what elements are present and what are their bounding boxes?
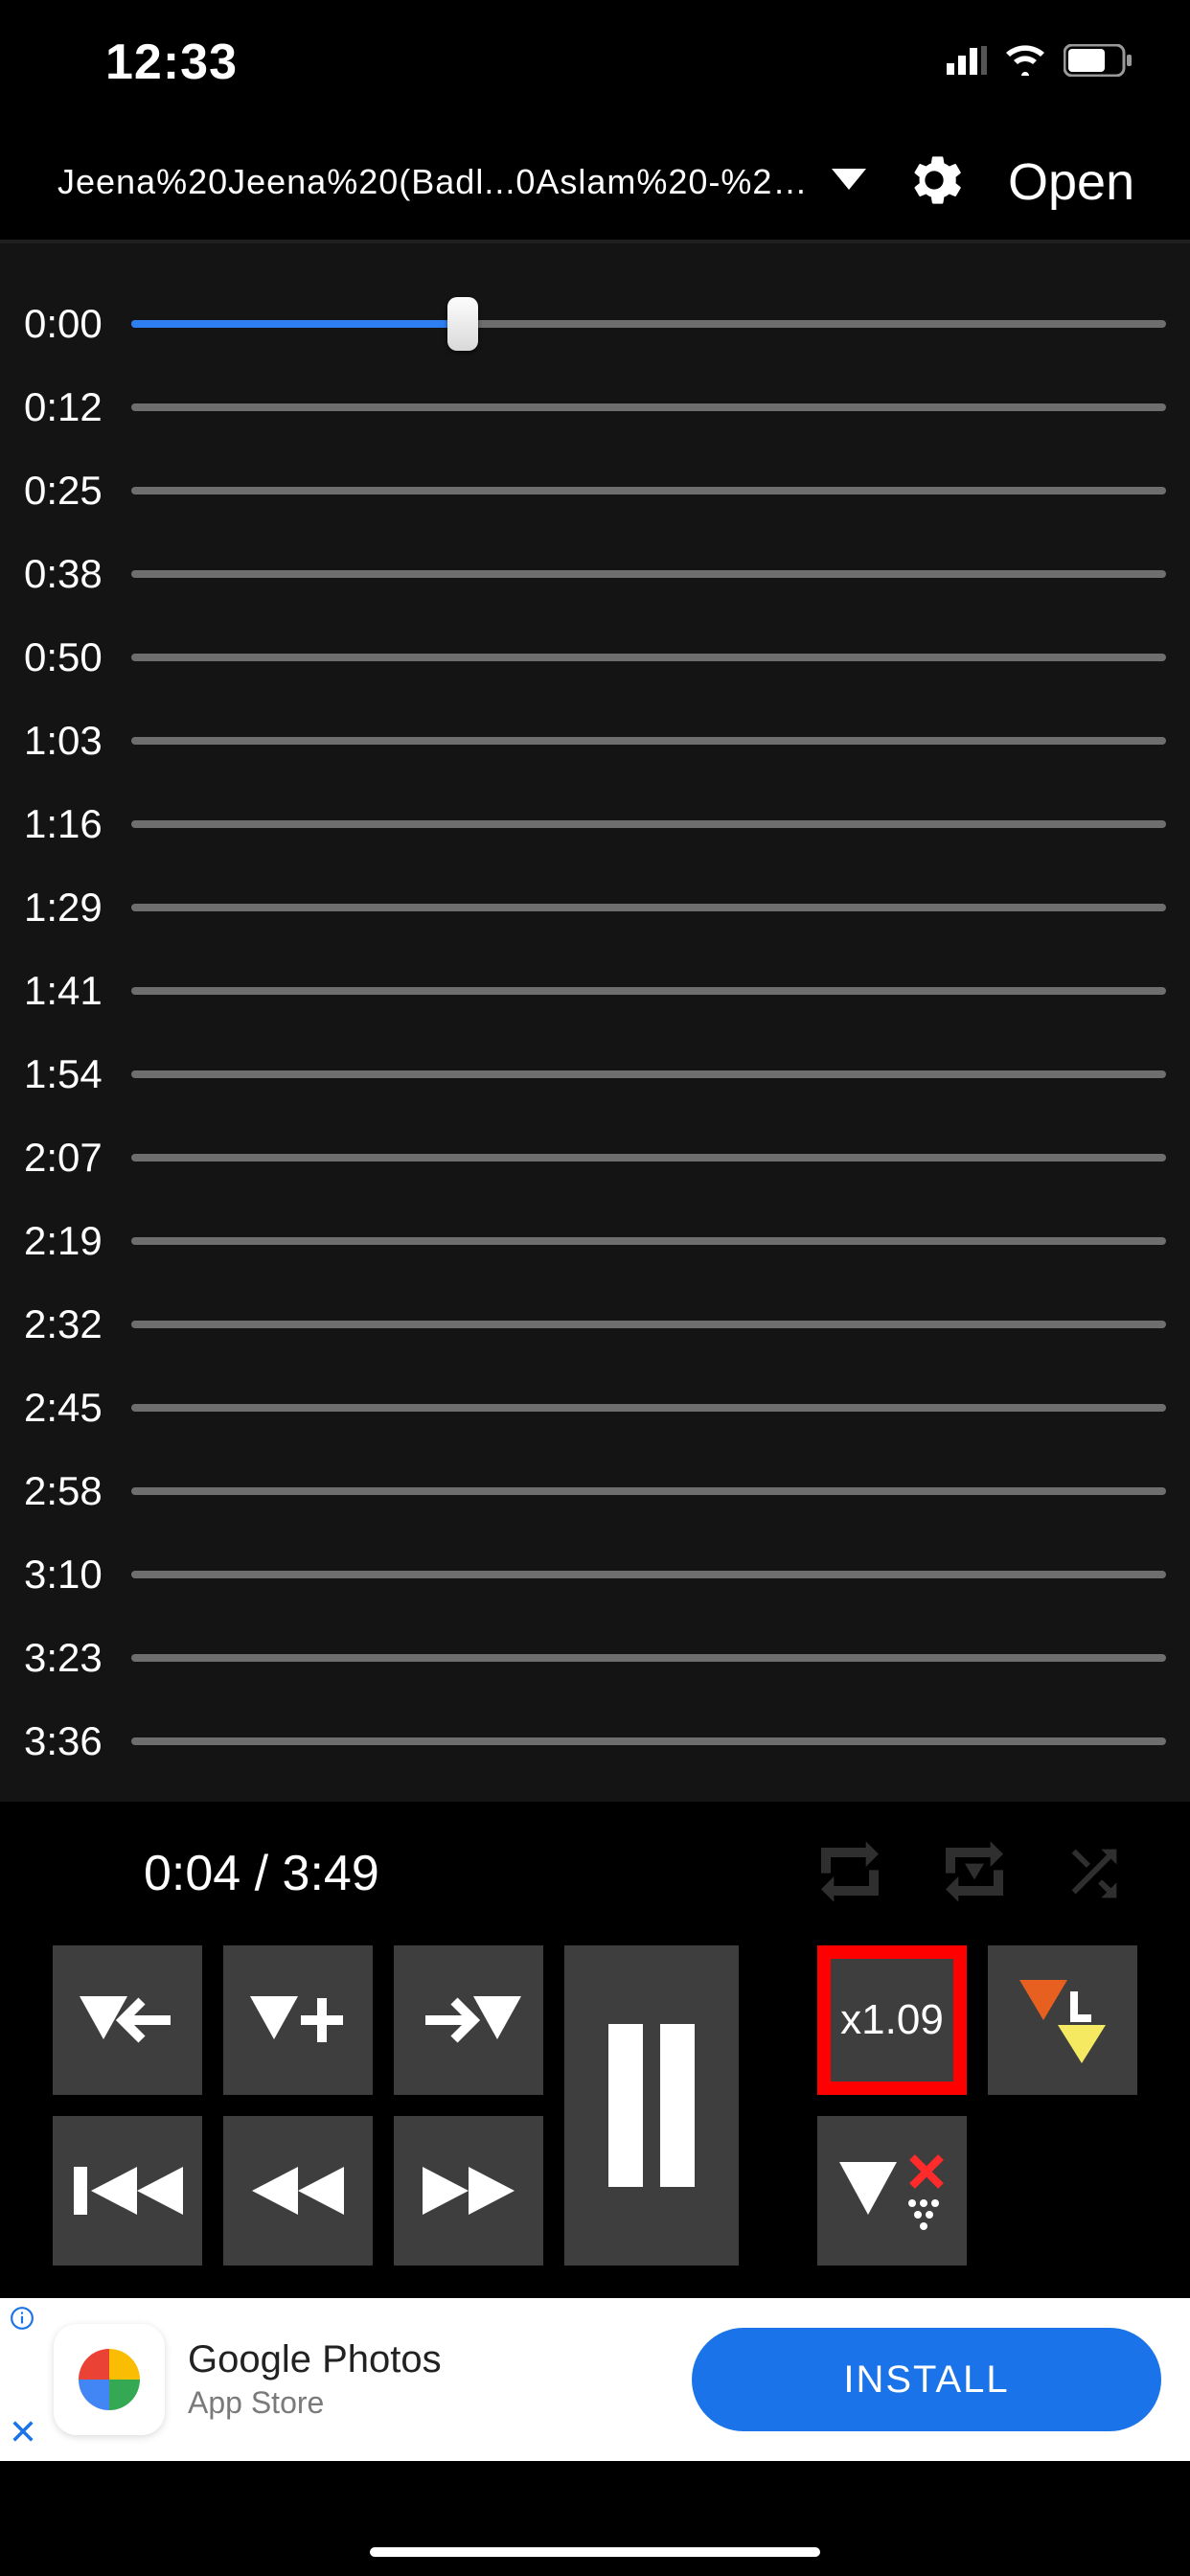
slider-thumb[interactable] (447, 297, 478, 351)
segment-slider[interactable] (131, 654, 1166, 661)
empty-cell (988, 2116, 1137, 2266)
status-time: 12:33 (105, 34, 238, 91)
segment-time-label: 2:07 (24, 1135, 110, 1181)
segment-slider-row: 3:36 (24, 1699, 1166, 1782)
fast-forward-button[interactable] (394, 2116, 543, 2266)
segment-time-label: 1:03 (24, 718, 110, 764)
segment-slider-row: 0:25 (24, 448, 1166, 532)
segment-slider[interactable] (131, 1737, 1166, 1745)
segment-slider-row: 1:16 (24, 782, 1166, 865)
ad-text: Google Photos App Store (188, 2338, 692, 2421)
segment-slider-row: 0:38 (24, 532, 1166, 615)
right-controls-grid: x1.09 (817, 1945, 1137, 2242)
segment-slider[interactable] (131, 320, 1166, 328)
segment-time-label: 1:29 (24, 885, 110, 931)
speed-label: x1.09 (840, 1996, 944, 2044)
segment-time-label: 0:50 (24, 634, 110, 680)
controls-panel: x1.09 (0, 1936, 1190, 2271)
wifi-icon (1004, 45, 1046, 80)
segment-slider-row: 0:12 (24, 365, 1166, 448)
ad-banner[interactable]: Google Photos App Store INSTALL (0, 2298, 1190, 2461)
install-label: INSTALL (843, 2358, 1009, 2402)
segment-time-label: 2:45 (24, 1385, 110, 1431)
segment-slider[interactable] (131, 1571, 1166, 1578)
repeat-one-icon[interactable] (936, 1838, 1013, 1910)
segment-time-label: 0:00 (24, 301, 110, 347)
pause-button[interactable] (564, 1945, 739, 2266)
left-controls-grid (53, 1945, 543, 2242)
marker-next-button[interactable] (394, 1945, 543, 2095)
ad-close-icon[interactable] (10, 2418, 36, 2450)
ad-subtitle: App Store (188, 2385, 692, 2421)
segment-slider[interactable] (131, 1487, 1166, 1495)
skip-back-button[interactable] (53, 2116, 202, 2266)
marker-prev-button[interactable] (53, 1945, 202, 2095)
segment-slider-row: 3:23 (24, 1616, 1166, 1699)
open-button[interactable]: Open (1008, 152, 1134, 212)
segment-time-label: 0:38 (24, 551, 110, 597)
segment-slider-row: 2:45 (24, 1366, 1166, 1449)
segment-slider[interactable] (131, 1654, 1166, 1662)
segment-slider[interactable] (131, 820, 1166, 828)
segment-time-label: 1:54 (24, 1051, 110, 1097)
home-indicator[interactable] (370, 2547, 820, 2557)
gear-icon[interactable] (906, 152, 962, 213)
segment-slider[interactable] (131, 1404, 1166, 1412)
segment-slider-row: 1:54 (24, 1032, 1166, 1116)
ad-privacy-controls (10, 2306, 36, 2450)
segment-slider[interactable] (131, 987, 1166, 995)
segment-slider-row: 2:19 (24, 1199, 1166, 1282)
segment-time-label: 0:25 (24, 468, 110, 514)
segment-slider-row: 3:10 (24, 1532, 1166, 1616)
segment-slider[interactable] (131, 1321, 1166, 1328)
playback-speed-button[interactable]: x1.09 (817, 1945, 967, 2095)
segment-time-label: 0:12 (24, 384, 110, 430)
segment-slider[interactable] (131, 487, 1166, 494)
segment-slider-row: 1:29 (24, 865, 1166, 949)
segment-slider[interactable] (131, 904, 1166, 911)
ad-info-icon[interactable] (10, 2306, 36, 2335)
segment-slider-row: 1:03 (24, 699, 1166, 782)
install-button[interactable]: INSTALL (692, 2328, 1161, 2431)
ad-app-icon (54, 2324, 165, 2435)
repeat-icon[interactable] (812, 1838, 888, 1910)
segment-slider-row: 2:58 (24, 1449, 1166, 1532)
dual-marker-button[interactable] (988, 1945, 1137, 2095)
segment-slider[interactable] (131, 737, 1166, 745)
cellular-icon (947, 46, 987, 80)
ad-title: Google Photos (188, 2338, 692, 2381)
segment-slider-row: 2:32 (24, 1282, 1166, 1366)
segment-time-label: 1:41 (24, 968, 110, 1014)
segment-slider-row: 1:41 (24, 949, 1166, 1032)
time-display: 0:04 / 3:49 (144, 1845, 379, 1902)
segment-slider[interactable] (131, 1237, 1166, 1245)
dropdown-icon[interactable] (832, 169, 866, 196)
segment-time-label: 1:16 (24, 801, 110, 847)
app-header: Jeena%20Jeena%20(Badl...0Aslam%20-%20320… (0, 125, 1190, 240)
battery-icon (1064, 44, 1133, 81)
segment-time-label: 2:32 (24, 1301, 110, 1347)
segment-time-label: 3:10 (24, 1552, 110, 1598)
segment-time-label: 2:19 (24, 1218, 110, 1264)
status-bar: 12:33 (0, 0, 1190, 125)
segment-slider[interactable] (131, 1154, 1166, 1162)
marker-clear-button[interactable] (817, 2116, 967, 2266)
track-title[interactable]: Jeena%20Jeena%20(Badl...0Aslam%20-%20320… (57, 162, 814, 202)
segment-time-label: 2:58 (24, 1468, 110, 1514)
rewind-button[interactable] (223, 2116, 373, 2266)
shuffle-icon[interactable] (1061, 1838, 1128, 1910)
mode-icons (812, 1838, 1128, 1910)
segment-slider-row: 0:00 (24, 282, 1166, 365)
segment-time-label: 3:23 (24, 1635, 110, 1681)
segment-slider-row: 0:50 (24, 615, 1166, 699)
segment-slider[interactable] (131, 403, 1166, 411)
segment-slider[interactable] (131, 1070, 1166, 1078)
segment-slider-list: 0:00 0:12 0:25 0:38 0:50 1:03 1:16 1:29 1:41 1:54… (0, 243, 1190, 1802)
marker-add-button[interactable] (223, 1945, 373, 2095)
segment-time-label: 3:36 (24, 1718, 110, 1764)
segment-slider-row: 2:07 (24, 1116, 1166, 1199)
timeline-bar: 0:04 / 3:49 (0, 1802, 1190, 1936)
status-right (947, 44, 1133, 81)
segment-slider[interactable] (131, 570, 1166, 578)
